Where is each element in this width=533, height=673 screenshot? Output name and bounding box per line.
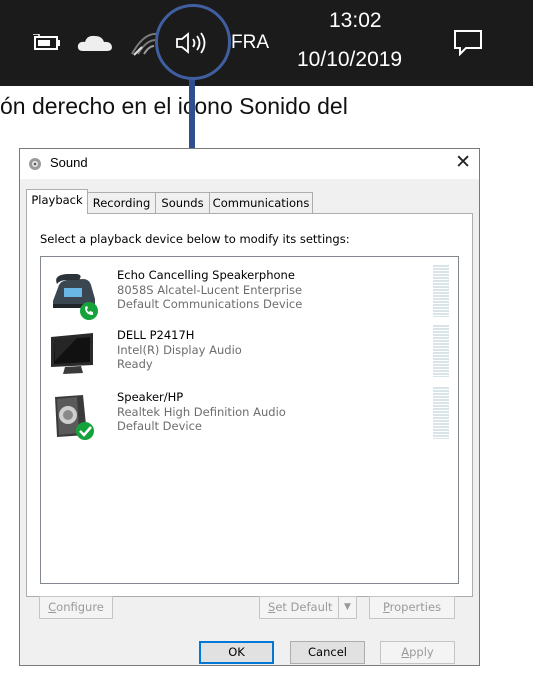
device-driver: Intel(R) Display Audio [117,343,242,357]
volume-meter [433,265,449,317]
sound-dialog: Sound ✕ Playback Recording Sounds Commun… [19,148,480,666]
device-status: Default Communications Device [117,297,303,311]
language-indicator[interactable]: FRA [231,32,269,54]
set-default-button[interactable]: Set Default ▼ [259,596,357,619]
set-default-label: et Default [275,600,333,614]
volume-meter [433,325,449,377]
apply-accel: A [401,645,410,659]
instruction-caption: ón derecho en el icono Sonido del [0,93,348,119]
tab-playback[interactable]: Playback [26,189,88,214]
playback-instruction: Select a playback device below to modify… [40,232,350,246]
clock-time[interactable]: 13:02 [329,9,382,33]
checkmark-badge-icon [76,422,94,440]
apply-label: pply [409,645,434,659]
volume-meter [433,387,449,439]
speaker-icon [55,395,94,440]
speakerphone-icon [53,274,98,320]
configure-label: onfigure [56,600,104,614]
properties-accel: P [382,600,390,614]
device-item-speakerphone[interactable]: Echo Cancelling Speakerphone 8058S Alcat… [41,265,458,323]
playback-panel: Select a playback device below to modify… [26,213,473,597]
apply-button[interactable]: Apply [380,641,455,664]
properties-label: roperties [389,600,442,614]
device-name: DELL P2417H [117,328,195,342]
ok-button[interactable]: OK [199,641,274,664]
highlight-circle [155,4,231,80]
dialog-title: Sound [50,155,88,170]
monitor-icon [51,333,93,374]
cancel-button[interactable]: Cancel [290,641,365,664]
phone-badge-icon [80,302,98,320]
set-default-dropdown-icon[interactable]: ▼ [338,597,356,618]
device-item-monitor[interactable]: DELL P2417H Intel(R) Display Audio Ready [41,325,458,383]
dialog-titlebar[interactable]: Sound ✕ [20,149,479,179]
tab-communications[interactable]: Communications [209,192,313,213]
device-item-speaker[interactable]: Speaker/HP Realtek High Definition Audio… [41,387,458,445]
close-button[interactable]: ✕ [455,152,471,172]
device-status: Default Device [117,419,203,433]
action-center-icon[interactable] [452,28,484,56]
sound-app-icon [29,158,41,170]
tab-recording[interactable]: Recording [87,192,156,213]
configure-button[interactable]: Configure [39,596,113,619]
device-name: Speaker/HP [117,390,184,404]
tab-sounds[interactable]: Sounds [155,192,210,213]
taskbar: FRA 13:02 10/10/2019 [0,0,533,86]
device-list[interactable]: Echo Cancelling Speakerphone 8058S Alcat… [40,256,459,584]
device-name: Echo Cancelling Speakerphone [117,268,295,282]
device-driver: 8058S Alcatel-Lucent Enterprise [117,283,303,297]
device-driver: Realtek High Definition Audio [117,405,286,419]
clock-date[interactable]: 10/10/2019 [297,48,402,72]
properties-button[interactable]: Properties [369,596,455,619]
configure-accel: C [48,600,57,614]
battery-icon[interactable] [33,34,63,52]
device-status: Ready [117,357,153,371]
onedrive-cloud-icon[interactable] [77,33,113,53]
